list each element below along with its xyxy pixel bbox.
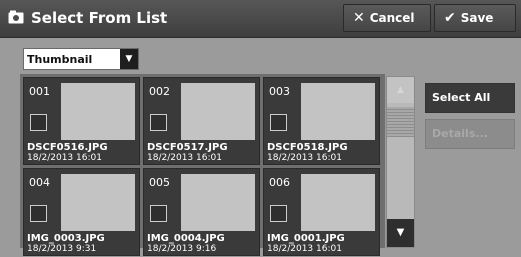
file-date: 18/2/2013 16:01	[267, 153, 342, 163]
file-number: 006	[269, 176, 290, 189]
checkmark-icon: ✔	[444, 10, 456, 26]
chevron-down-icon[interactable]: ▼	[120, 49, 138, 69]
chevron-up-icon: ▲	[397, 85, 404, 95]
cancel-label: Cancel	[369, 11, 415, 25]
file-grid: 001 DSCF0516.JPG 18/2/2013 16:01 002 DSC…	[20, 74, 385, 256]
scroll-thumb[interactable]	[387, 107, 414, 137]
scroll-down-button[interactable]: ▼	[387, 219, 414, 247]
file-name: IMG_0003.JPG	[27, 233, 105, 244]
scroll-up-button[interactable]: ▲	[387, 77, 414, 103]
file-date: 18/2/2013 16:01	[267, 244, 342, 254]
file-checkbox[interactable]	[150, 205, 167, 222]
file-name: DSCF0518.JPG	[267, 142, 348, 153]
file-tile[interactable]: 006 IMG_0001.JPG 18/2/2013 16:01	[263, 168, 380, 256]
thumbnail-image	[61, 83, 135, 140]
file-date: 18/2/2013 16:01	[147, 153, 222, 163]
file-tile[interactable]: 001 DSCF0516.JPG 18/2/2013 16:01	[23, 77, 140, 165]
thumbnail-image	[181, 83, 255, 140]
file-checkbox[interactable]	[270, 205, 287, 222]
cancel-button[interactable]: ✕ Cancel	[343, 4, 431, 32]
chevron-down-icon: ▼	[396, 227, 405, 238]
file-checkbox[interactable]	[30, 205, 47, 222]
close-icon: ✕	[353, 10, 365, 26]
file-checkbox[interactable]	[150, 114, 167, 131]
file-date: 18/2/2013 9:31	[27, 244, 97, 254]
file-date: 18/2/2013 9:16	[147, 244, 217, 254]
page-title: Select From List	[31, 9, 168, 27]
file-tile[interactable]: 005 IMG_0004.JPG 18/2/2013 9:16	[143, 168, 260, 256]
view-mode-value: Thumbnail	[27, 53, 93, 66]
file-number: 003	[269, 85, 290, 98]
thumbnail-image	[181, 174, 255, 231]
file-date: 18/2/2013 16:01	[27, 153, 102, 163]
select-all-button[interactable]: Select All	[425, 83, 515, 113]
file-number: 005	[149, 176, 170, 189]
view-mode-dropdown[interactable]: Thumbnail ▼	[23, 48, 139, 70]
file-name: IMG_0001.JPG	[267, 233, 345, 244]
save-button[interactable]: ✔ Save	[434, 4, 516, 32]
title-bar: Select From List ✕ Cancel ✔ Save	[0, 0, 521, 38]
file-checkbox[interactable]	[30, 114, 47, 131]
file-tile[interactable]: 004 IMG_0003.JPG 18/2/2013 9:31	[23, 168, 140, 256]
file-number: 001	[29, 85, 50, 98]
thumbnail-image	[61, 174, 135, 231]
folder-icon	[8, 10, 24, 24]
file-name: DSCF0516.JPG	[27, 142, 108, 153]
file-name: DSCF0517.JPG	[147, 142, 228, 153]
file-tile[interactable]: 002 DSCF0517.JPG 18/2/2013 16:01	[143, 77, 260, 165]
file-number: 002	[149, 85, 170, 98]
thumbnail-image	[301, 83, 375, 140]
details-button[interactable]: Details...	[425, 119, 515, 149]
file-tile[interactable]: 003 DSCF0518.JPG 18/2/2013 16:01	[263, 77, 380, 165]
thumbnail-image	[301, 174, 375, 231]
file-checkbox[interactable]	[270, 114, 287, 131]
vertical-scrollbar[interactable]: ▲ ▼	[386, 76, 415, 248]
file-number: 004	[29, 176, 50, 189]
file-name: IMG_0004.JPG	[147, 233, 225, 244]
save-label: Save	[460, 11, 494, 25]
